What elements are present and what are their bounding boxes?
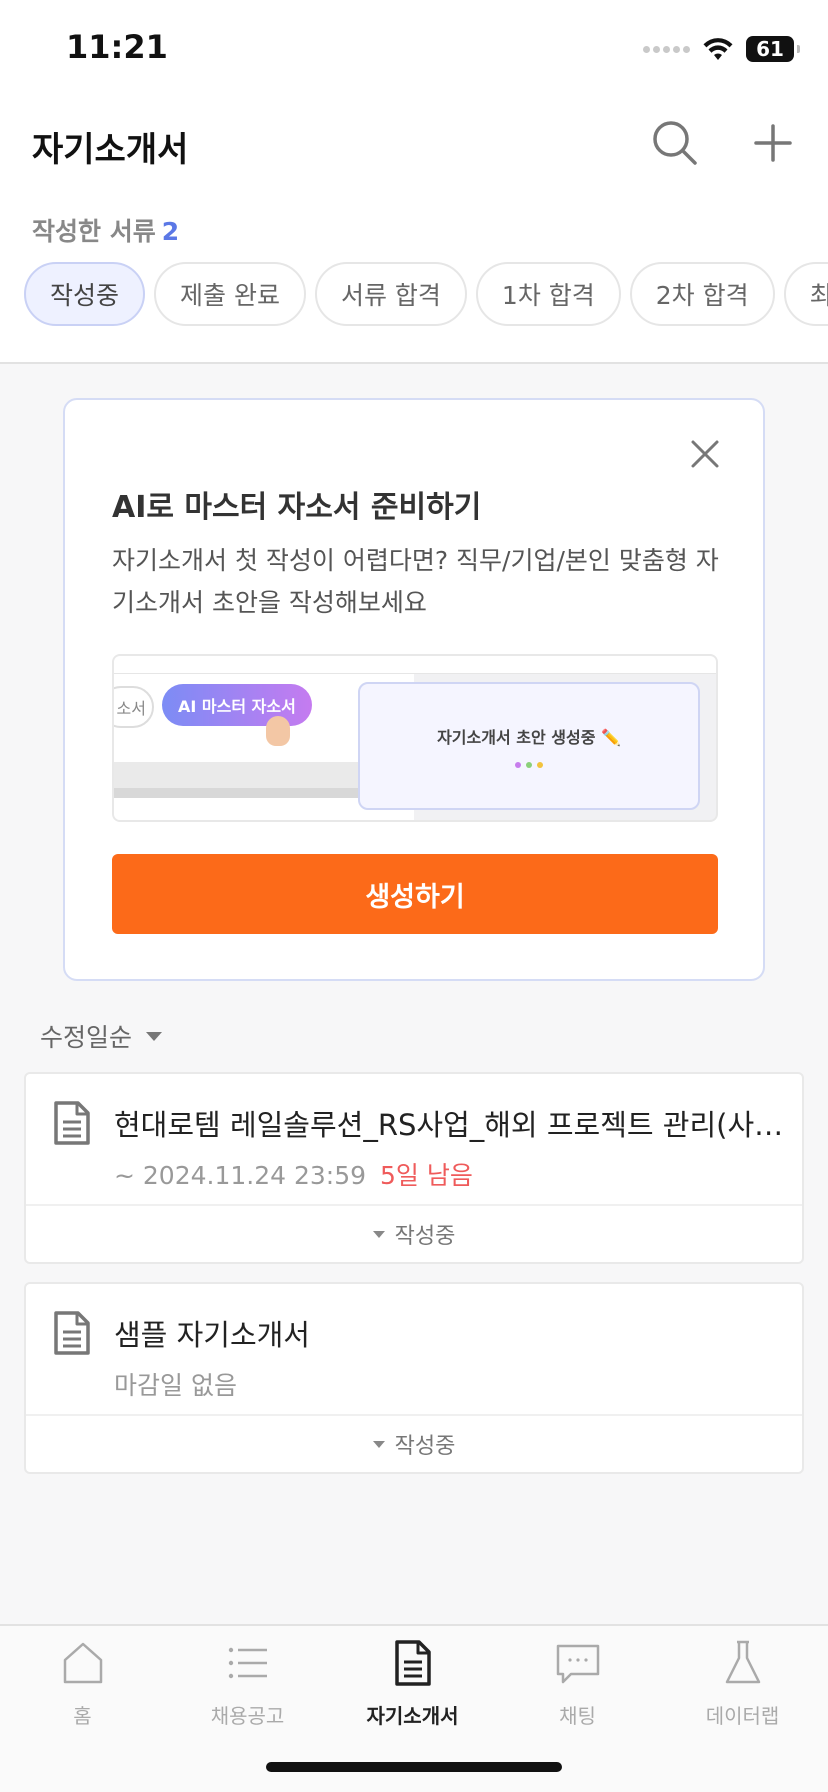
document-icon	[394, 1640, 431, 1686]
promo-description: 자기소개서 첫 작성이 어렵다면? 직무/기업/본인 맞춤형 자기소개서 초안을…	[112, 546, 719, 617]
tab-cover-letter[interactable]: 자기소개서	[330, 1638, 495, 1748]
tab-home[interactable]: 홈	[0, 1638, 165, 1748]
document-icon	[54, 1311, 90, 1355]
top-section: 11:21 61 자기소개서 작성한 서류 2 작성중 제출 완료 서류 합격 1…	[0, 0, 828, 364]
tab-data-lab[interactable]: 데이터랩	[660, 1638, 825, 1748]
generate-button[interactable]: 생성하기	[112, 854, 718, 934]
sort-dropdown[interactable]: 수정일순	[40, 1018, 163, 1054]
wifi-icon	[703, 38, 733, 60]
tab-label: 채용공고	[210, 1704, 285, 1728]
deadline-text: ~ 2024.11.24 23:59	[114, 1161, 367, 1190]
document-title: 샘플 자기소개서	[114, 1318, 310, 1352]
list-icon	[228, 1647, 267, 1679]
filter-chip-first-pass[interactable]: 1차 합격	[475, 262, 621, 326]
preview-generating-modal: 자기소개서 초안 생성중 ✏️	[358, 682, 700, 810]
tab-label: 홈	[73, 1704, 92, 1728]
page-title: 자기소개서	[32, 130, 189, 170]
document-title: 현대로템 레일솔루션_RS사업_해외 프로젝트 관리(사업관리)	[114, 1108, 786, 1142]
loading-dot	[526, 762, 532, 768]
search-icon[interactable]	[650, 118, 700, 168]
loading-dot	[537, 762, 543, 768]
document-status: 작성중	[394, 1224, 456, 1249]
document-status: 작성중	[394, 1434, 456, 1459]
battery-icon: 61	[746, 36, 800, 62]
flask-icon	[725, 1640, 760, 1684]
chat-icon	[556, 1644, 599, 1684]
plus-icon[interactable]	[748, 118, 798, 168]
preview-previous-pill: 소서	[114, 686, 154, 728]
tab-label: 자기소개서	[366, 1704, 459, 1728]
document-status-dropdown[interactable]: 작성중	[26, 1204, 802, 1262]
documents-count-number: 2	[161, 217, 180, 246]
document-deadline: 마감일 없음	[114, 1366, 237, 1402]
documents-count: 작성한 서류 2	[32, 212, 179, 248]
hand-pointer-icon	[266, 716, 290, 746]
filter-chip-submitted[interactable]: 제출 완료	[154, 262, 306, 326]
caret-down-icon	[372, 1440, 385, 1448]
filter-chip-writing[interactable]: 작성중	[24, 262, 146, 326]
promo-title: AI로 마스터 자소서 준비하기	[112, 490, 482, 525]
cellular-icon	[643, 45, 690, 53]
deadline-text: 마감일 없음	[114, 1371, 237, 1400]
promo-preview-image: 소서 AI 마스터 자소서 자기소개서 초안 생성중 ✏️	[112, 654, 718, 822]
filter-chip-second-pass[interactable]: 2차 합격	[629, 262, 775, 326]
caret-down-icon	[372, 1230, 385, 1238]
documents-count-label: 작성한 서류	[32, 217, 156, 246]
tab-label: 데이터랩	[705, 1704, 780, 1728]
document-icon	[54, 1101, 90, 1145]
preview-top-bar	[114, 656, 716, 674]
home-icon	[63, 1642, 102, 1684]
status-filter-chips: 작성중 제출 완료 서류 합격 1차 합격 2차 합격 최종 합격	[24, 262, 828, 328]
ai-promo-card: AI로 마스터 자소서 준비하기 자기소개서 첫 작성이 어렵다면? 직무/기업…	[63, 398, 765, 981]
tab-job-postings[interactable]: 채용공고	[165, 1638, 330, 1748]
filter-chip-final-pass[interactable]: 최종 합격	[783, 262, 828, 326]
loading-dots-icon	[360, 762, 698, 768]
home-indicator	[266, 1762, 562, 1772]
preview-modal-text: 자기소개서 초안 생성중 ✏️	[437, 728, 621, 747]
preview-ai-pill: AI 마스터 자소서	[162, 684, 312, 726]
document-deadline: ~ 2024.11.24 23:59 5일 남음	[114, 1156, 473, 1192]
caret-down-icon	[146, 1031, 163, 1041]
status-time: 11:21	[66, 28, 168, 66]
close-icon[interactable]	[687, 436, 723, 472]
sort-label: 수정일순	[40, 1023, 133, 1052]
tab-chat[interactable]: 채팅	[495, 1638, 660, 1748]
days-remaining: 5일 남음	[380, 1161, 473, 1190]
document-card[interactable]: 현대로템 레일솔루션_RS사업_해외 프로젝트 관리(사업관리) ~ 2024.…	[24, 1072, 804, 1264]
filter-chip-document-pass[interactable]: 서류 합격	[314, 262, 467, 326]
loading-dot	[515, 762, 521, 768]
tab-label: 채팅	[559, 1704, 596, 1728]
status-icons: 61	[643, 34, 800, 64]
document-status-dropdown[interactable]: 작성중	[26, 1414, 802, 1472]
document-card[interactable]: 샘플 자기소개서 마감일 없음 작성중	[24, 1282, 804, 1474]
